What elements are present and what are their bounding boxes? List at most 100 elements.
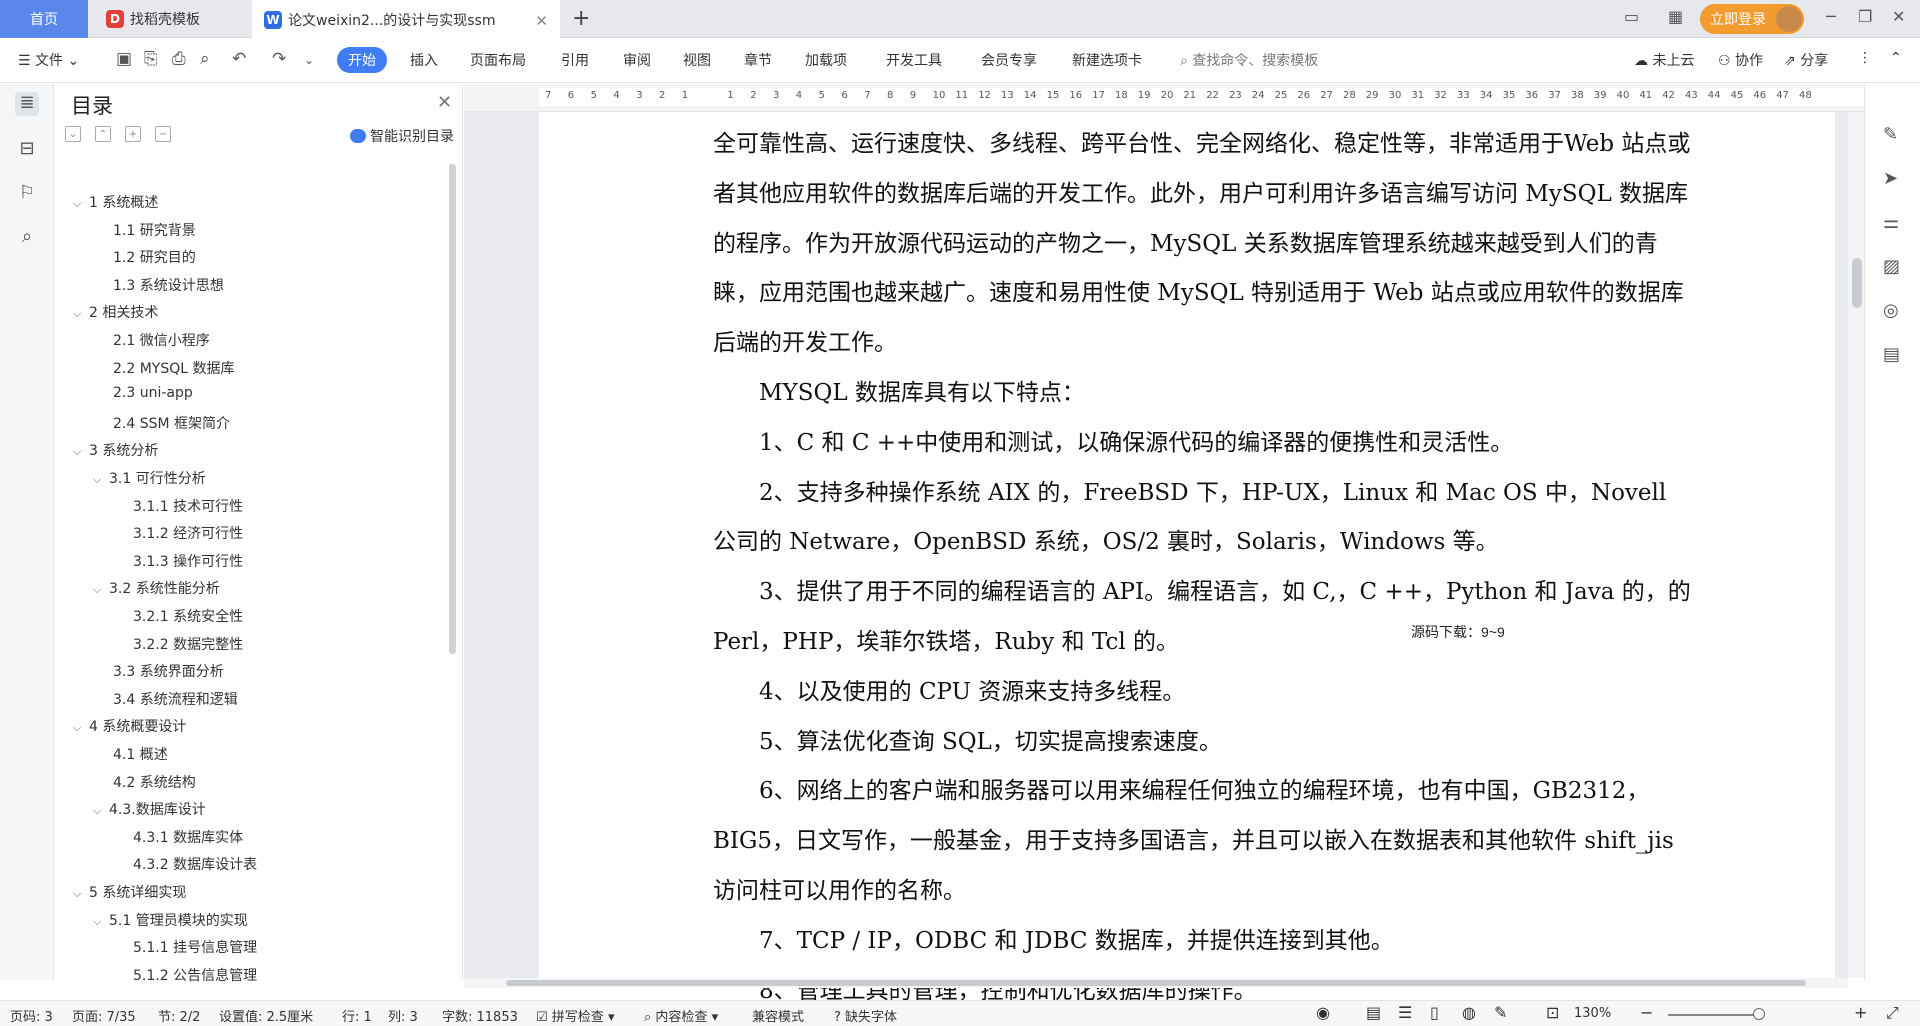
cloud-status[interactable]: ☁ 未上云 [1634, 50, 1694, 70]
toc-item[interactable]: 4.3.1 数据库实体 [133, 827, 243, 853]
toc-item[interactable]: 5.1.2 公告信息管理 [133, 965, 257, 991]
menu-page-layout[interactable]: 页面布局 [470, 50, 526, 70]
menu-insert[interactable]: 插入 [410, 50, 438, 70]
section-count[interactable]: 节: 2/2 [158, 1006, 200, 1025]
eye-protect-icon[interactable]: ◉ [1316, 1003, 1330, 1022]
document-paragraph[interactable]: 7、TCP / IP，ODBC 和 JDBC 数据库，并提供连接到其他。 [713, 917, 1693, 967]
share-button[interactable]: ⇗ 分享 [1784, 50, 1828, 70]
toc-item[interactable]: 3.1.2 经济可行性 [133, 523, 243, 549]
toc-item[interactable]: 3.3 系统界面分析 [113, 661, 224, 687]
close-toc-icon[interactable]: ✕ [437, 92, 452, 113]
document-paragraph[interactable]: 2、支持多种操作系统 AIX 的，FreeBSD 下，HP-UX，Linux 和… [713, 469, 1693, 569]
toc-item[interactable]: ⌵ 4.3.数据库设计 [93, 799, 206, 825]
undo-icon[interactable]: ↶ [232, 49, 246, 69]
web-view-icon[interactable]: ◍ [1462, 1003, 1476, 1022]
document-page[interactable]: 全可靠性高、运行速度快、多线程、跨平台性、完全网络化、稳定性等，非常适用于Web… [539, 112, 1835, 1004]
tab-template[interactable]: D 找稻壳模板 [90, 0, 252, 38]
find-icon[interactable]: ⌕ [15, 226, 39, 250]
zoom-slider[interactable] [1668, 1014, 1756, 1016]
toc-item[interactable]: ⌵ 4 系统概要设计 [73, 716, 186, 742]
toc-item[interactable]: 2.3 uni-app [113, 385, 193, 411]
menu-start[interactable]: 开始 [337, 47, 387, 73]
menu-developer[interactable]: 开发工具 [886, 50, 942, 70]
vertical-scrollbar[interactable] [1848, 112, 1864, 978]
document-paragraph[interactable]: MYSQL 数据库具有以下特点： [713, 369, 1693, 419]
toc-item[interactable]: 3.4 系统流程和逻辑 [113, 689, 238, 715]
command-search[interactable]: ⌕ 查找命令、搜索模板 [1180, 50, 1318, 70]
toc-item[interactable]: 4.2 系统结构 [113, 772, 196, 798]
word-count[interactable]: 字数: 11853 [442, 1006, 518, 1025]
content-check[interactable]: ⌕ 内容检查 ▾ [644, 1006, 718, 1025]
chevron-down-icon[interactable]: ⌵ [73, 307, 89, 321]
smart-toc-button[interactable]: 智能识别目录 [350, 126, 454, 146]
zoom-in-icon[interactable]: + [1854, 1003, 1867, 1022]
toc-scrollbar[interactable] [449, 164, 456, 654]
vertical-scroll-thumb[interactable] [1852, 258, 1862, 308]
zoom-out-icon[interactable]: − [1640, 1003, 1653, 1022]
menu-review[interactable]: 审阅 [623, 50, 651, 70]
close-window-icon[interactable]: ✕ [1892, 7, 1905, 26]
collab-button[interactable]: ⚇ 协作 [1718, 50, 1763, 70]
remove-heading-icon[interactable]: − [155, 126, 171, 142]
reader-icon[interactable]: ▤ [1883, 344, 1900, 365]
document-paragraph[interactable]: 3、提供了用于不同的编程语言的 API。编程语言，如 C,，C ++，Pytho… [713, 568, 1693, 668]
customize-icon[interactable]: ⌄ [304, 53, 314, 67]
preview-icon[interactable]: ⌕ [200, 49, 210, 69]
toc-item[interactable]: ⌵ 1 系统概述 [73, 192, 158, 218]
fullscreen-icon[interactable]: ⤢ [1886, 1003, 1899, 1023]
chevron-down-icon[interactable]: ⌵ [73, 887, 89, 901]
toc-item[interactable]: ⌵ 3.1 可行性分析 [93, 468, 206, 494]
toc-item[interactable]: ⌵ 3 系统分析 [73, 440, 158, 466]
image-icon[interactable]: ▨ [1883, 256, 1900, 277]
fit-page-icon[interactable]: ⊡ [1546, 1003, 1559, 1022]
print-icon[interactable]: ⎙ [172, 49, 186, 69]
menu-addins[interactable]: 加载项 [805, 50, 847, 70]
write-view-icon[interactable]: ✎ [1494, 1003, 1507, 1022]
restore-icon[interactable]: ❐ [1858, 7, 1872, 26]
chevron-down-icon[interactable]: ⌵ [93, 804, 109, 818]
toc-item[interactable]: 4.1 概述 [113, 744, 168, 770]
chevron-down-icon[interactable]: ⌵ [93, 915, 109, 929]
toc-item[interactable]: 1.1 研究背景 [113, 220, 196, 246]
toc-item[interactable]: 3.1.3 操作可行性 [133, 551, 243, 577]
toc-item[interactable]: 3.2.2 数据完整性 [133, 634, 243, 660]
save-icon[interactable]: ▣ [116, 49, 132, 69]
horizontal-scroll-thumb[interactable] [506, 980, 1806, 986]
grid-icon[interactable]: ▦ [1668, 7, 1683, 26]
add-heading-icon[interactable]: + [125, 126, 141, 142]
collapse-all-icon[interactable]: ⌃ [95, 126, 111, 142]
layout-icon[interactable]: ▭ [1624, 7, 1639, 26]
pen-icon[interactable]: ✎ [1883, 124, 1898, 145]
chapter-nav-icon[interactable]: ⊟ [15, 138, 39, 162]
new-tab-icon[interactable]: + [572, 6, 590, 31]
setting-value[interactable]: 设置值: 2.5厘米 [219, 1006, 313, 1025]
collapse-ribbon-icon[interactable]: ⌃ [1890, 50, 1902, 66]
column-number[interactable]: 列: 3 [388, 1006, 418, 1025]
menu-view[interactable]: 视图 [683, 50, 711, 70]
menu-member[interactable]: 会员专享 [981, 50, 1037, 70]
adjust-icon[interactable]: ⚌ [1883, 212, 1899, 233]
page-count[interactable]: 页面: 7/35 [72, 1006, 136, 1025]
toc-item[interactable]: 2.2 MYSQL 数据库 [113, 358, 235, 384]
login-button[interactable]: 立即登录 [1700, 4, 1804, 34]
expand-all-icon[interactable]: ⌄ [65, 126, 81, 142]
spell-check[interactable]: ☑ 拼写检查 ▾ [536, 1006, 614, 1025]
export-icon[interactable]: ⎘ [144, 49, 158, 69]
document-paragraph[interactable]: 4、以及使用的 CPU 资源来支持多线程。 [713, 668, 1693, 718]
zoom-slider-handle[interactable] [1753, 1008, 1765, 1020]
toc-item[interactable]: 1.3 系统设计思想 [113, 275, 224, 301]
page-number[interactable]: 页码: 3 [10, 1006, 53, 1025]
horizontal-scrollbar[interactable] [464, 978, 1848, 988]
toc-item[interactable]: ⌵ 5.1 管理员模块的实现 [93, 910, 248, 936]
chevron-down-icon[interactable]: ⌵ [93, 583, 109, 597]
chevron-down-icon[interactable]: ⌵ [73, 721, 89, 735]
file-menu[interactable]: ☰ 文件 ⌄ [18, 50, 79, 70]
close-tab-icon[interactable]: ✕ [535, 12, 548, 30]
row-number[interactable]: 行: 1 [342, 1006, 372, 1025]
toc-item[interactable]: ⌵ 2 相关技术 [73, 302, 158, 328]
chevron-down-icon[interactable]: ⌵ [73, 445, 89, 459]
more-icon[interactable]: ⋮ [1858, 50, 1872, 66]
chevron-down-icon[interactable]: ⌵ [73, 197, 89, 211]
page-view-icon[interactable]: ▤ [1366, 1003, 1381, 1022]
zoom-level[interactable]: 130% [1574, 1006, 1611, 1021]
